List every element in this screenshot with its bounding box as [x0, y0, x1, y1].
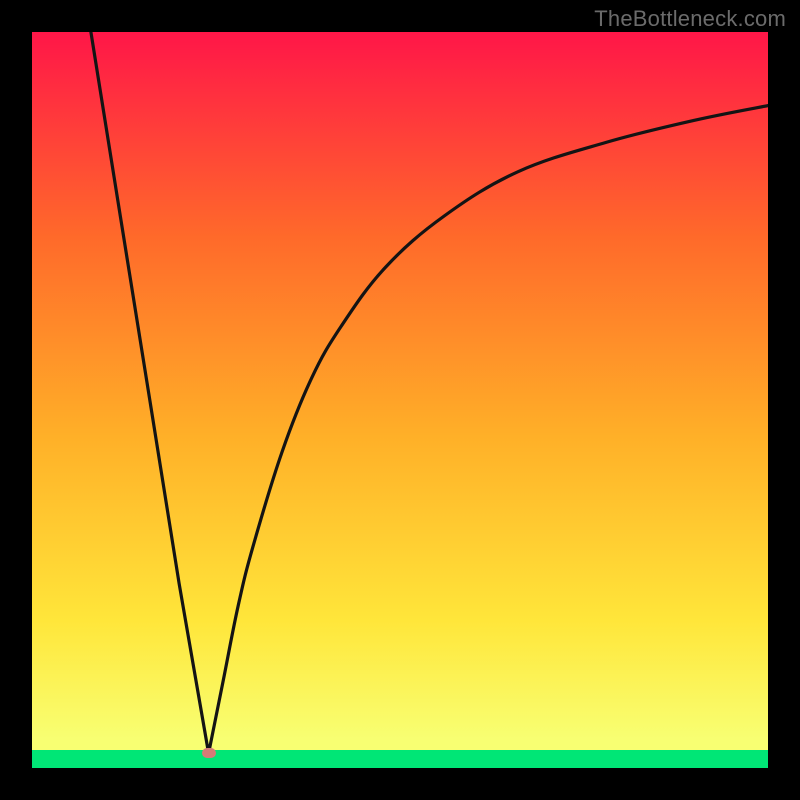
watermark-text: TheBottleneck.com — [594, 6, 786, 32]
bottleneck-curve — [32, 32, 768, 768]
plot-area — [32, 32, 768, 768]
chart-outer-frame: TheBottleneck.com — [0, 0, 800, 800]
plot-frame — [32, 32, 768, 768]
minimum-marker — [202, 748, 216, 758]
